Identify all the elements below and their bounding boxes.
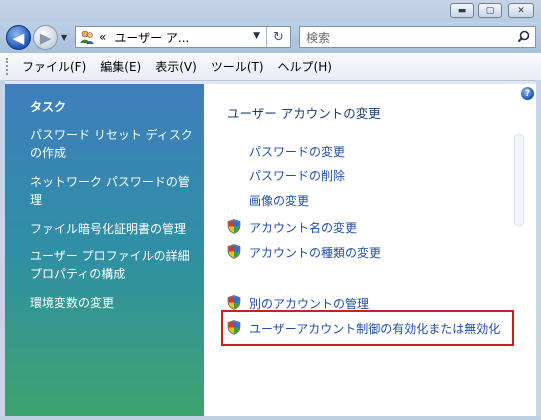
link-change-password[interactable]: パスワードの変更 xyxy=(249,143,345,160)
task-manage-encryption-certificates[interactable]: ファイル暗号化証明書の管理 xyxy=(30,220,200,238)
menu-view[interactable]: 表示(V) xyxy=(155,58,197,75)
window-frame-bottom xyxy=(0,416,541,420)
menu-file[interactable]: ファイル(F) xyxy=(22,58,86,75)
menu-edit[interactable]: 編集(E) xyxy=(100,58,141,75)
window-frame-right xyxy=(536,80,541,420)
scrollbar[interactable] xyxy=(514,134,524,226)
title-bar: ▬ ▢ ✕ xyxy=(0,0,541,22)
navigation-bar: ◀ ▶ ▼ « ユーザー ア... ▼ ↻ 検索 xyxy=(0,22,541,53)
users-icon xyxy=(79,29,95,45)
task-advanced-profile-properties[interactable]: ユーザー プロファイルの詳細プロパティの構成 xyxy=(30,247,200,283)
task-create-password-reset-disk[interactable]: パスワード リセット ディスクの作成 xyxy=(30,126,200,162)
address-bar[interactable]: « ユーザー ア... ▼ ↻ xyxy=(75,26,291,48)
link-change-account-type[interactable]: アカウントの種類の変更 xyxy=(249,244,381,261)
search-input[interactable]: 検索 xyxy=(299,26,536,48)
search-placeholder: 検索 xyxy=(306,30,331,45)
link-toggle-uac[interactable]: ユーザーアカウント制御の有効化または無効化 xyxy=(249,320,500,337)
uac-shield-icon xyxy=(227,320,241,335)
uac-shield-icon xyxy=(227,295,241,310)
address-dropdown-icon[interactable]: ▼ xyxy=(253,31,260,41)
maximize-icon: ▢ xyxy=(485,5,495,16)
close-button[interactable]: ✕ xyxy=(508,3,534,18)
menu-help[interactable]: ヘルプ(H) xyxy=(278,58,332,75)
link-remove-password[interactable]: パスワードの削除 xyxy=(249,167,345,184)
minimize-button[interactable]: ▬ xyxy=(450,3,474,18)
minimize-icon: ▬ xyxy=(457,5,467,16)
recent-pages-dropdown-icon[interactable]: ▼ xyxy=(61,33,67,42)
menu-bar: ファイル(F) 編集(E) 表示(V) ツール(T) ヘルプ(H) xyxy=(0,53,541,81)
refresh-icon: ↻ xyxy=(273,29,284,45)
page-title: ユーザー アカウントの変更 xyxy=(227,106,381,121)
search-icon[interactable] xyxy=(517,30,530,46)
back-button[interactable]: ◀ xyxy=(6,25,31,50)
close-icon: ✕ xyxy=(517,5,525,16)
task-pane-title: タスク xyxy=(30,100,67,114)
main-content: ? ユーザー アカウントの変更 パスワードの変更 パスワードの削除 画像の変更 … xyxy=(204,84,536,416)
task-manage-network-passwords[interactable]: ネットワーク パスワードの管理 xyxy=(30,173,200,209)
forward-arrow-icon: ▶ xyxy=(39,28,52,47)
forward-button[interactable]: ▶ xyxy=(33,25,58,50)
breadcrumb-chevrons[interactable]: « xyxy=(99,30,106,44)
task-pane: タスク パスワード リセット ディスクの作成 ネットワーク パスワードの管理 フ… xyxy=(5,84,204,416)
link-change-account-name[interactable]: アカウント名の変更 xyxy=(249,219,357,236)
menu-tools[interactable]: ツール(T) xyxy=(211,58,264,75)
task-change-environment-variables[interactable]: 環境変数の変更 xyxy=(30,294,200,312)
uac-shield-icon xyxy=(227,244,241,259)
maximize-button[interactable]: ▢ xyxy=(478,3,502,18)
breadcrumb-user-accounts[interactable]: ユーザー ア... xyxy=(114,29,189,46)
uac-shield-icon xyxy=(227,219,241,234)
back-arrow-icon: ◀ xyxy=(12,28,25,47)
link-change-picture[interactable]: 画像の変更 xyxy=(249,192,309,209)
help-icon[interactable]: ? xyxy=(521,87,534,100)
refresh-button[interactable]: ↻ xyxy=(266,27,290,47)
menu-grip xyxy=(6,58,12,75)
